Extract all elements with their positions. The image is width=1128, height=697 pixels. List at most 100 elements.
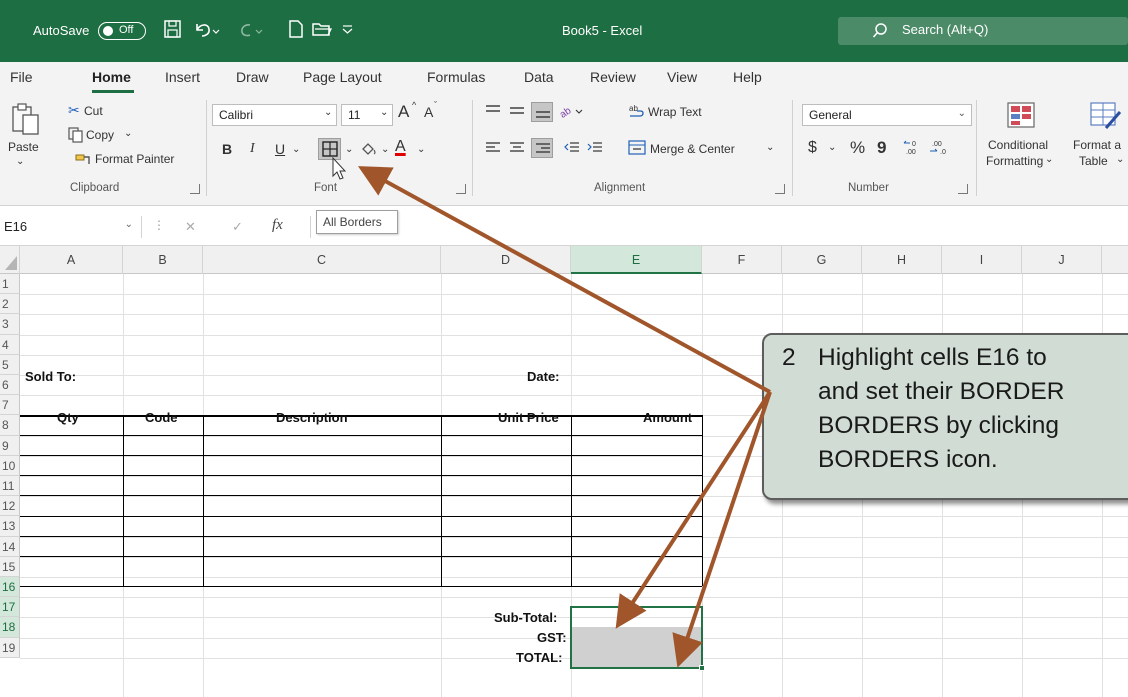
select-all-corner[interactable] [0, 246, 20, 274]
format-painter-button[interactable]: Format Painter [95, 152, 174, 166]
cut-icon[interactable]: ✂ [68, 102, 80, 119]
underline-dropdown-caret[interactable]: ⌄ [292, 144, 300, 155]
enter-icon[interactable]: ✓ [232, 219, 243, 235]
increase-indent-icon[interactable] [586, 140, 604, 159]
format-as-table-button[interactable]: Format a [1073, 138, 1121, 152]
italic-button[interactable]: I [250, 141, 255, 157]
row-header-3[interactable]: 3 [0, 314, 20, 335]
open-folder-icon[interactable] [311, 18, 333, 42]
format-as-table-icon[interactable] [1088, 100, 1122, 135]
row-header-16[interactable]: 16 [0, 577, 20, 598]
customize-qat-icon[interactable] [340, 18, 362, 42]
row-header-9[interactable]: 9 [0, 435, 20, 456]
row-header-7[interactable]: 7 [0, 395, 20, 416]
cut-button[interactable]: Cut [84, 104, 103, 118]
column-header-i[interactable]: I [942, 246, 1022, 274]
clipboard-launcher-icon[interactable] [190, 184, 200, 194]
format-as-table-label-2[interactable]: Table [1079, 154, 1108, 168]
tab-file[interactable]: File [10, 69, 33, 85]
wrap-text-button[interactable]: Wrap Text [648, 105, 702, 119]
column-header-f[interactable]: F [702, 246, 782, 274]
autosave-toggle[interactable]: Off [98, 22, 146, 40]
number-format-caret[interactable]: ⌄ [958, 108, 966, 119]
name-box[interactable]: E16 ⌄ [0, 216, 142, 238]
row-header-14[interactable]: 14 [0, 536, 20, 557]
align-middle-icon[interactable] [508, 103, 526, 122]
underline-button[interactable]: U [275, 141, 285, 157]
conditional-formatting-button[interactable]: Conditional [988, 138, 1048, 152]
fill-handle[interactable] [699, 665, 705, 671]
save-icon[interactable] [163, 18, 185, 42]
column-header-a[interactable]: A [20, 246, 123, 274]
comma-style-button[interactable]: 9 [877, 138, 886, 158]
font-size-caret[interactable]: ⌄ [380, 107, 388, 118]
row-header-2[interactable]: 2 [0, 294, 20, 315]
format-as-table-caret[interactable]: ⌄ [1116, 154, 1124, 165]
paste-dropdown-caret[interactable]: ⌄ [16, 156, 24, 167]
increase-decimal-icon[interactable]: 0.00 [902, 139, 924, 160]
row-header-10[interactable]: 10 [0, 455, 20, 476]
fill-color-caret[interactable]: ⌄ [381, 144, 389, 155]
conditional-formatting-icon[interactable] [1005, 100, 1037, 135]
currency-caret[interactable]: ⌄ [828, 142, 836, 153]
bold-button[interactable]: B [222, 141, 232, 157]
row-header-17[interactable]: 17 [0, 597, 20, 618]
grow-font-button[interactable]: A [398, 102, 409, 122]
row-header-4[interactable]: 4 [0, 334, 20, 355]
currency-button[interactable]: $ [808, 139, 817, 157]
insert-function-icon[interactable]: fx [272, 217, 283, 234]
redo-icon[interactable] [236, 18, 263, 42]
number-launcher-icon[interactable] [958, 184, 968, 194]
font-launcher-icon[interactable] [456, 184, 466, 194]
formula-input[interactable] [310, 216, 1128, 238]
paste-icon[interactable] [9, 102, 41, 141]
format-painter-icon[interactable] [74, 151, 92, 170]
row-header-18[interactable]: 18 [0, 617, 20, 638]
decrease-decimal-icon[interactable]: .00.0 [928, 139, 950, 160]
conditional-formatting-caret[interactable]: ⌄ [1045, 154, 1053, 165]
row-header-13[interactable]: 13 [0, 516, 20, 537]
row-header-5[interactable]: 5 [0, 354, 20, 375]
shrink-font-button[interactable]: A [424, 104, 433, 120]
wrap-text-icon[interactable]: ab [628, 103, 646, 124]
paste-label[interactable]: Paste [8, 140, 39, 154]
undo-icon[interactable] [191, 18, 220, 42]
align-bottom-button[interactable] [531, 102, 553, 122]
column-header-e[interactable]: E [571, 246, 702, 274]
column-header-g[interactable]: G [782, 246, 862, 274]
search-box[interactable]: Search (Alt+Q) [838, 17, 1128, 45]
copy-icon[interactable] [68, 127, 84, 146]
decrease-indent-icon[interactable] [563, 140, 581, 159]
align-center-icon[interactable] [508, 140, 526, 159]
row-header-1[interactable]: 1 [0, 274, 20, 295]
tab-data[interactable]: Data [524, 69, 554, 85]
tab-review[interactable]: Review [590, 69, 636, 85]
font-color-button[interactable]: A [395, 138, 406, 156]
row-header-15[interactable]: 15 [0, 556, 20, 577]
row-header-6[interactable]: 6 [0, 375, 20, 396]
tab-formulas[interactable]: Formulas [427, 69, 485, 85]
align-left-icon[interactable] [484, 140, 502, 159]
row-header-8[interactable]: 8 [0, 415, 20, 436]
column-header-d[interactable]: D [441, 246, 571, 274]
tab-page-layout[interactable]: Page Layout [303, 69, 382, 85]
number-format-box[interactable]: General ⌄ [802, 104, 972, 126]
copy-button[interactable]: Copy [86, 128, 114, 142]
column-header-h[interactable]: H [862, 246, 942, 274]
orientation-icon[interactable]: ab [558, 102, 588, 123]
font-name-box[interactable]: Calibri [212, 104, 337, 126]
fill-color-icon[interactable] [360, 141, 378, 162]
column-header-k-partial[interactable] [1102, 246, 1128, 274]
tab-insert[interactable]: Insert [165, 69, 200, 85]
merge-center-icon[interactable] [628, 140, 646, 159]
column-header-b[interactable]: B [123, 246, 203, 274]
merge-center-button[interactable]: Merge & Center [650, 142, 735, 156]
column-header-c[interactable]: C [203, 246, 441, 274]
conditional-formatting-label-2[interactable]: Formatting [986, 154, 1043, 168]
merge-center-caret[interactable]: ⌄ [766, 142, 774, 153]
tab-draw[interactable]: Draw [236, 69, 269, 85]
row-header-12[interactable]: 12 [0, 496, 20, 517]
align-top-icon[interactable] [484, 103, 502, 122]
cancel-icon[interactable]: ✕ [185, 219, 196, 235]
copy-dropdown-caret[interactable]: ⌄ [124, 128, 132, 139]
